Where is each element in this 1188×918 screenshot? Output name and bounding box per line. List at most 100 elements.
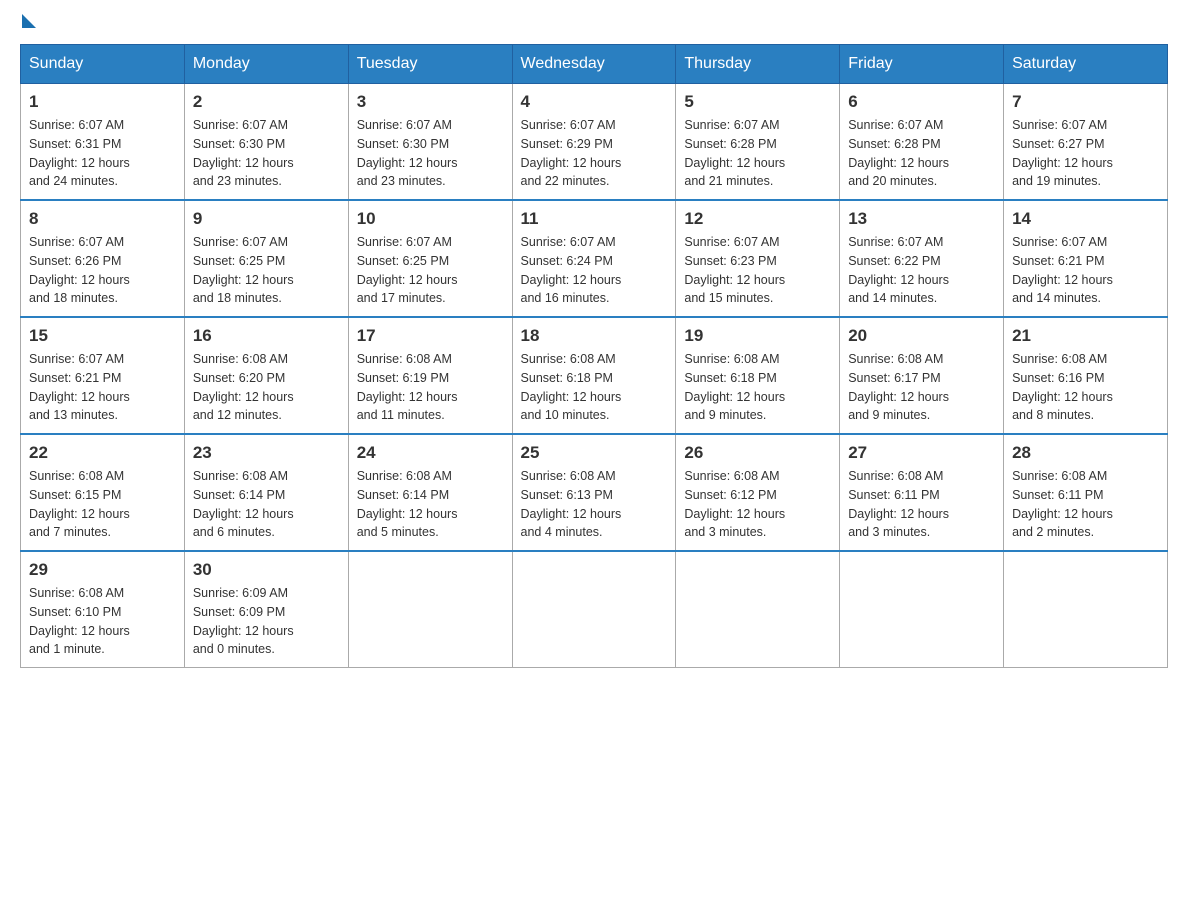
calendar-cell: 20 Sunrise: 6:08 AMSunset: 6:17 PMDayligh… [840, 317, 1004, 434]
calendar-cell: 19 Sunrise: 6:08 AMSunset: 6:18 PMDayligh… [676, 317, 840, 434]
weekday-header-saturday: Saturday [1004, 45, 1168, 84]
day-info: Sunrise: 6:08 AMSunset: 6:17 PMDaylight:… [848, 350, 995, 425]
calendar-cell: 6 Sunrise: 6:07 AMSunset: 6:28 PMDaylight… [840, 84, 1004, 201]
day-info: Sunrise: 6:07 AMSunset: 6:25 PMDaylight:… [193, 233, 340, 308]
calendar-cell: 3 Sunrise: 6:07 AMSunset: 6:30 PMDaylight… [348, 84, 512, 201]
calendar-cell: 2 Sunrise: 6:07 AMSunset: 6:30 PMDaylight… [184, 84, 348, 201]
calendar-cell: 5Sunrise: 6:07 AMSunset: 6:28 PMDaylight… [676, 84, 840, 201]
calendar-week-row: 15 Sunrise: 6:07 AMSunset: 6:21 PMDayligh… [21, 317, 1168, 434]
calendar-cell: 18 Sunrise: 6:08 AMSunset: 6:18 PMDayligh… [512, 317, 676, 434]
day-info: Sunrise: 6:08 AMSunset: 6:13 PMDaylight:… [521, 467, 668, 542]
weekday-header-row: SundayMondayTuesdayWednesdayThursdayFrid… [21, 45, 1168, 84]
weekday-header-tuesday: Tuesday [348, 45, 512, 84]
day-info: Sunrise: 6:07 AMSunset: 6:25 PMDaylight:… [357, 233, 504, 308]
calendar-week-row: 22Sunrise: 6:08 AMSunset: 6:15 PMDayligh… [21, 434, 1168, 551]
weekday-header-sunday: Sunday [21, 45, 185, 84]
day-info: Sunrise: 6:08 AMSunset: 6:11 PMDaylight:… [1012, 467, 1159, 542]
day-number: 23 [193, 443, 340, 463]
calendar-cell: 7 Sunrise: 6:07 AMSunset: 6:27 PMDaylight… [1004, 84, 1168, 201]
calendar-cell [840, 551, 1004, 668]
day-info: Sunrise: 6:09 AMSunset: 6:09 PMDaylight:… [193, 584, 340, 659]
calendar-cell: 26 Sunrise: 6:08 AMSunset: 6:12 PMDayligh… [676, 434, 840, 551]
day-info: Sunrise: 6:07 AMSunset: 6:31 PMDaylight:… [29, 116, 176, 191]
weekday-header-monday: Monday [184, 45, 348, 84]
day-number: 25 [521, 443, 668, 463]
day-info: Sunrise: 6:07 AMSunset: 6:21 PMDaylight:… [29, 350, 176, 425]
day-info: Sunrise: 6:08 AMSunset: 6:18 PMDaylight:… [684, 350, 831, 425]
calendar-cell: 17Sunrise: 6:08 AMSunset: 6:19 PMDayligh… [348, 317, 512, 434]
day-info: Sunrise: 6:07 AMSunset: 6:28 PMDaylight:… [848, 116, 995, 191]
calendar-cell: 13 Sunrise: 6:07 AMSunset: 6:22 PMDayligh… [840, 200, 1004, 317]
calendar-cell: 1Sunrise: 6:07 AMSunset: 6:31 PMDaylight… [21, 84, 185, 201]
day-number: 16 [193, 326, 340, 346]
calendar-cell: 14 Sunrise: 6:07 AMSunset: 6:21 PMDayligh… [1004, 200, 1168, 317]
day-number: 27 [848, 443, 995, 463]
calendar-week-row: 1Sunrise: 6:07 AMSunset: 6:31 PMDaylight… [21, 84, 1168, 201]
day-info: Sunrise: 6:07 AMSunset: 6:21 PMDaylight:… [1012, 233, 1159, 308]
day-number: 12 [684, 209, 831, 229]
day-number: 4 [521, 92, 668, 112]
page-header [20, 20, 1168, 24]
day-info: Sunrise: 6:08 AMSunset: 6:19 PMDaylight:… [357, 350, 504, 425]
calendar-cell: 29Sunrise: 6:08 AMSunset: 6:10 PMDayligh… [21, 551, 185, 668]
day-info: Sunrise: 6:08 AMSunset: 6:18 PMDaylight:… [521, 350, 668, 425]
day-number: 9 [193, 209, 340, 229]
day-info: Sunrise: 6:08 AMSunset: 6:10 PMDaylight:… [29, 584, 176, 659]
calendar-cell: 25 Sunrise: 6:08 AMSunset: 6:13 PMDayligh… [512, 434, 676, 551]
day-number: 21 [1012, 326, 1159, 346]
calendar-cell [512, 551, 676, 668]
day-info: Sunrise: 6:08 AMSunset: 6:16 PMDaylight:… [1012, 350, 1159, 425]
calendar-table: SundayMondayTuesdayWednesdayThursdayFrid… [20, 44, 1168, 668]
day-info: Sunrise: 6:07 AMSunset: 6:23 PMDaylight:… [684, 233, 831, 308]
calendar-cell: 4 Sunrise: 6:07 AMSunset: 6:29 PMDaylight… [512, 84, 676, 201]
calendar-cell: 10 Sunrise: 6:07 AMSunset: 6:25 PMDayligh… [348, 200, 512, 317]
day-number: 2 [193, 92, 340, 112]
day-number: 30 [193, 560, 340, 580]
day-number: 15 [29, 326, 176, 346]
day-number: 7 [1012, 92, 1159, 112]
calendar-cell: 12 Sunrise: 6:07 AMSunset: 6:23 PMDayligh… [676, 200, 840, 317]
calendar-cell: 16 Sunrise: 6:08 AMSunset: 6:20 PMDayligh… [184, 317, 348, 434]
logo [20, 20, 36, 24]
calendar-cell: 27 Sunrise: 6:08 AMSunset: 6:11 PMDayligh… [840, 434, 1004, 551]
day-info: Sunrise: 6:07 AMSunset: 6:26 PMDaylight:… [29, 233, 176, 308]
day-number: 6 [848, 92, 995, 112]
day-info: Sunrise: 6:07 AMSunset: 6:30 PMDaylight:… [357, 116, 504, 191]
calendar-week-row: 29Sunrise: 6:08 AMSunset: 6:10 PMDayligh… [21, 551, 1168, 668]
day-number: 19 [684, 326, 831, 346]
calendar-cell: 24Sunrise: 6:08 AMSunset: 6:14 PMDayligh… [348, 434, 512, 551]
calendar-cell [348, 551, 512, 668]
day-number: 14 [1012, 209, 1159, 229]
day-info: Sunrise: 6:07 AMSunset: 6:24 PMDaylight:… [521, 233, 668, 308]
calendar-cell: 30 Sunrise: 6:09 AMSunset: 6:09 PMDayligh… [184, 551, 348, 668]
day-number: 20 [848, 326, 995, 346]
weekday-header-thursday: Thursday [676, 45, 840, 84]
weekday-header-wednesday: Wednesday [512, 45, 676, 84]
day-info: Sunrise: 6:08 AMSunset: 6:14 PMDaylight:… [193, 467, 340, 542]
day-number: 26 [684, 443, 831, 463]
day-info: Sunrise: 6:08 AMSunset: 6:14 PMDaylight:… [357, 467, 504, 542]
day-number: 13 [848, 209, 995, 229]
day-number: 28 [1012, 443, 1159, 463]
day-info: Sunrise: 6:07 AMSunset: 6:28 PMDaylight:… [684, 116, 831, 191]
day-info: Sunrise: 6:07 AMSunset: 6:29 PMDaylight:… [521, 116, 668, 191]
calendar-cell [676, 551, 840, 668]
day-info: Sunrise: 6:07 AMSunset: 6:22 PMDaylight:… [848, 233, 995, 308]
day-info: Sunrise: 6:08 AMSunset: 6:11 PMDaylight:… [848, 467, 995, 542]
day-number: 10 [357, 209, 504, 229]
calendar-cell: 15 Sunrise: 6:07 AMSunset: 6:21 PMDayligh… [21, 317, 185, 434]
calendar-cell: 9 Sunrise: 6:07 AMSunset: 6:25 PMDaylight… [184, 200, 348, 317]
day-info: Sunrise: 6:08 AMSunset: 6:20 PMDaylight:… [193, 350, 340, 425]
calendar-cell: 28 Sunrise: 6:08 AMSunset: 6:11 PMDayligh… [1004, 434, 1168, 551]
day-info: Sunrise: 6:07 AMSunset: 6:30 PMDaylight:… [193, 116, 340, 191]
day-number: 18 [521, 326, 668, 346]
weekday-header-friday: Friday [840, 45, 1004, 84]
day-info: Sunrise: 6:08 AMSunset: 6:12 PMDaylight:… [684, 467, 831, 542]
day-info: Sunrise: 6:07 AMSunset: 6:27 PMDaylight:… [1012, 116, 1159, 191]
day-number: 3 [357, 92, 504, 112]
day-info: Sunrise: 6:08 AMSunset: 6:15 PMDaylight:… [29, 467, 176, 542]
logo-triangle-icon [22, 14, 36, 28]
day-number: 8 [29, 209, 176, 229]
calendar-cell: 22Sunrise: 6:08 AMSunset: 6:15 PMDayligh… [21, 434, 185, 551]
calendar-cell: 23 Sunrise: 6:08 AMSunset: 6:14 PMDayligh… [184, 434, 348, 551]
